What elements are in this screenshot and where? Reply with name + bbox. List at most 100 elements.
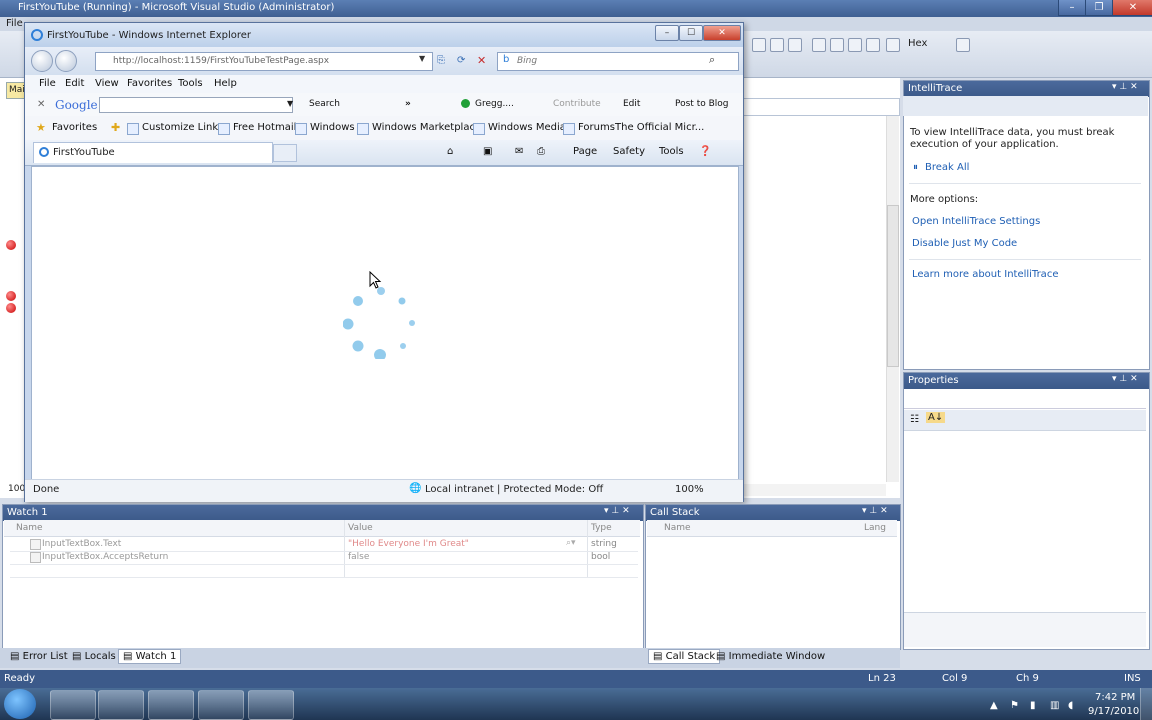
google-search-input[interactable] <box>99 97 293 113</box>
search-placeholder[interactable]: Bing <box>517 56 537 66</box>
more-chevron-icon[interactable]: » <box>405 99 411 109</box>
watch-row-name[interactable]: InputTextBox.Text <box>42 539 121 549</box>
pane-pin-icon[interactable]: ▾ ⊥ ✕ <box>1112 374 1138 384</box>
search-icon[interactable] <box>886 38 900 52</box>
add-favorite-icon[interactable]: ✚ <box>111 121 120 134</box>
tab-watch-1[interactable]: ▤ Watch 1 <box>118 649 182 664</box>
col-lang[interactable]: Lang <box>864 523 886 533</box>
close-button[interactable]: ✕ <box>1112 0 1152 16</box>
tab-call-stack[interactable]: ▤ Call Stack <box>648 649 721 664</box>
contribute-button[interactable]: Contribute <box>553 99 601 109</box>
break-all-link[interactable]: Break All <box>925 162 969 173</box>
refresh-icon[interactable]: ⟳ <box>457 55 465 66</box>
google-dropdown-icon[interactable]: ▼ <box>287 99 293 108</box>
address-text[interactable]: http://localhost:1159/FirstYouTubeTestPa… <box>113 56 329 66</box>
search-icon[interactable]: ⌕ <box>709 53 715 67</box>
watch-row-value[interactable]: false <box>348 552 369 562</box>
mail-icon[interactable]: ✉ <box>515 146 523 157</box>
tab-error-list[interactable]: ▤ Error List <box>10 651 68 662</box>
start-button[interactable] <box>4 689 36 719</box>
help-icon[interactable]: ❓ <box>699 146 711 157</box>
ie-menu-tools[interactable]: Tools <box>178 78 203 89</box>
breakpoint-icon[interactable] <box>6 291 16 301</box>
ie-menu-favorites[interactable]: Favorites <box>127 78 172 89</box>
ie-menu-file[interactable]: File <box>39 78 56 89</box>
maximize-button[interactable]: ❐ <box>1085 0 1113 16</box>
google-search-button[interactable]: Search <box>309 99 340 109</box>
ie-menu-edit[interactable]: Edit <box>65 78 84 89</box>
col-type[interactable]: Type <box>591 523 612 533</box>
status-zone[interactable]: Local intranet | Protected Mode: Off <box>425 484 603 495</box>
taskbar-explorer-icon[interactable] <box>98 690 144 720</box>
stop-load-icon[interactable]: ✕ <box>477 54 486 67</box>
tray-flag-icon[interactable]: ⚑ <box>1010 700 1019 711</box>
show-threads-icon[interactable] <box>866 38 880 52</box>
watch-row-name[interactable]: InputTextBox.AcceptsReturn <box>42 552 168 562</box>
toolbar-close-icon[interactable]: ✕ <box>37 99 45 110</box>
member-dropdown[interactable] <box>740 98 900 116</box>
taskbar-ie-icon[interactable] <box>50 690 96 720</box>
tab-immediate-window[interactable]: ▤ Immediate Window <box>716 651 825 662</box>
feeds-icon[interactable]: ▣ <box>483 146 492 157</box>
tools-menu[interactable]: Tools <box>659 146 684 157</box>
fav-link[interactable]: Windows Media <box>488 122 566 133</box>
favorites-button[interactable]: Favorites <box>52 122 97 133</box>
tab-label[interactable]: FirstYouTube <box>53 147 115 158</box>
safety-menu[interactable]: Safety <box>613 146 645 157</box>
fav-link[interactable]: Windows <box>310 122 355 133</box>
step-into-icon[interactable] <box>812 38 826 52</box>
tab-locals[interactable]: ▤ Locals <box>72 651 116 662</box>
breakpoint-icon[interactable] <box>6 303 16 313</box>
pane-pin-icon[interactable]: ▾ ⊥ ✕ <box>604 506 630 516</box>
edit-button[interactable]: Edit <box>623 99 640 109</box>
tray-battery-icon[interactable]: ▮ <box>1030 700 1036 711</box>
ie-minimize-button[interactable]: – <box>655 25 679 41</box>
pane-pin-icon[interactable]: ▾ ⊥ ✕ <box>1112 82 1138 92</box>
breakpoints-icon[interactable] <box>956 38 970 52</box>
step-out-icon[interactable] <box>848 38 862 52</box>
new-tab-button[interactable] <box>273 144 297 162</box>
page-menu[interactable]: Page <box>573 146 597 157</box>
taskbar-visualstudio-icon[interactable] <box>248 690 294 720</box>
restart-icon[interactable] <box>788 38 802 52</box>
show-desktop-button[interactable] <box>1140 688 1152 720</box>
break-all-icon[interactable] <box>752 38 766 52</box>
tray-network-icon[interactable]: ▥ <box>1050 700 1059 711</box>
ie-maximize-button[interactable]: ☐ <box>679 25 703 41</box>
google-user[interactable]: Gregg.... <box>475 99 514 109</box>
tray-expand-icon[interactable]: ▲ <box>990 700 998 711</box>
editor-hscrollbar[interactable] <box>740 484 886 496</box>
minimize-button[interactable]: – <box>1058 0 1086 16</box>
editor-scroll-thumb[interactable] <box>887 205 899 367</box>
clock-date[interactable]: 9/17/2010 <box>1088 706 1139 717</box>
fav-link[interactable]: Customize Links <box>142 122 223 133</box>
tray-volume-icon[interactable]: ◖ <box>1068 700 1073 711</box>
hex-button[interactable]: Hex <box>908 38 927 49</box>
ie-menu-help[interactable]: Help <box>214 78 237 89</box>
ie-close-button[interactable]: ✕ <box>703 25 741 41</box>
properties-object-dropdown[interactable] <box>904 390 1146 409</box>
taskbar-network-icon[interactable] <box>148 690 194 720</box>
compat-view-icon[interactable]: ⎘ <box>437 55 445 66</box>
address-dropdown-icon[interactable]: ▼ <box>419 54 425 63</box>
open-settings-link[interactable]: Open IntelliTrace Settings <box>912 216 1040 227</box>
fav-link[interactable]: Forums <box>578 122 615 133</box>
step-over-icon[interactable] <box>830 38 844 52</box>
editor-zoom[interactable]: 100 <box>8 484 25 494</box>
fav-link[interactable]: Free Hotmail <box>233 122 296 133</box>
disable-jmc-link[interactable]: Disable Just My Code <box>912 238 1017 249</box>
col-name[interactable]: Name <box>664 523 691 533</box>
back-button[interactable] <box>31 50 53 72</box>
breakpoint-icon[interactable] <box>6 240 16 250</box>
post-to-blog-button[interactable]: Post to Blog <box>675 99 728 109</box>
forward-button[interactable] <box>55 50 77 72</box>
fav-link[interactable]: Windows Marketplace <box>372 122 481 133</box>
categorized-icon[interactable]: ☷ <box>910 414 919 425</box>
fav-link[interactable]: The Official Micr... <box>615 122 704 133</box>
ie-menu-view[interactable]: View <box>95 78 119 89</box>
col-value[interactable]: Value <box>348 523 373 533</box>
magnifier-icon[interactable]: ⌕▾ <box>566 538 576 548</box>
learn-more-link[interactable]: Learn more about IntelliTrace <box>912 269 1058 280</box>
taskbar-media-icon[interactable] <box>198 690 244 720</box>
status-zoom[interactable]: 100% <box>675 484 704 495</box>
